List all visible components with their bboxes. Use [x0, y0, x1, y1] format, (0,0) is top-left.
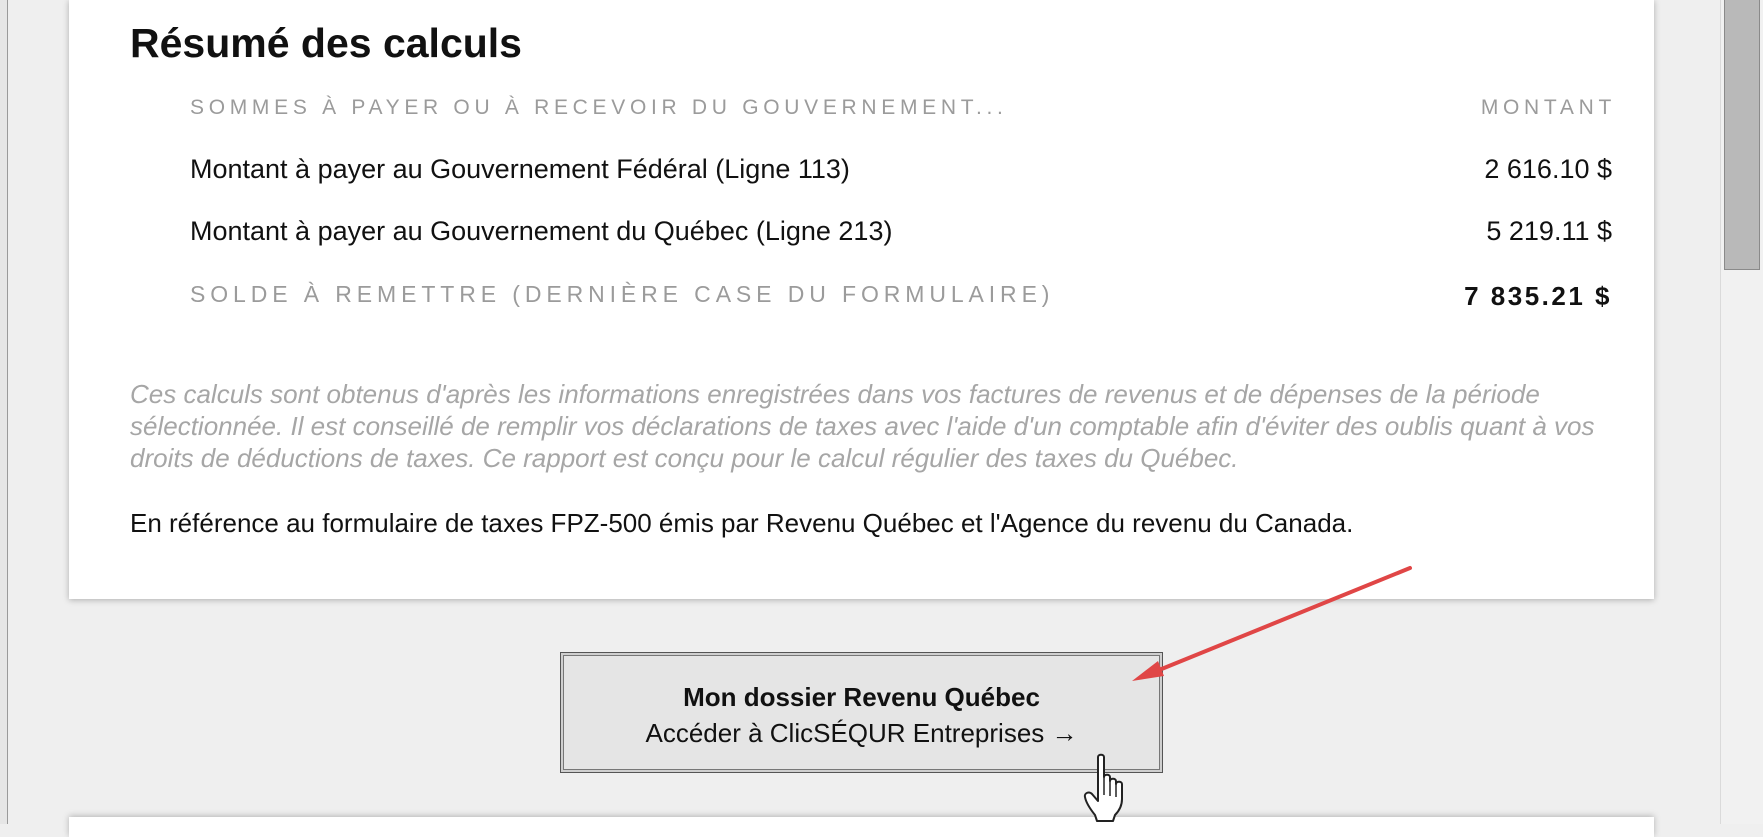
- vertical-scrollbar[interactable]: [1720, 0, 1763, 824]
- dossier-button-title: Mon dossier Revenu Québec: [683, 682, 1040, 712]
- balance-amount-value: 7 835.21 $: [1464, 281, 1612, 311]
- scrollbar-thumb[interactable]: [1724, 0, 1760, 270]
- quebec-amount-value: 5 219.11 $: [1486, 216, 1612, 246]
- next-section-card: [69, 817, 1654, 837]
- federal-amount-value: 2 616.10 $: [1484, 154, 1612, 184]
- quebec-amount-label: Montant à payer au Gouvernement du Québe…: [190, 216, 893, 246]
- summary-title: Résumé des calculs: [130, 20, 522, 66]
- window-left-edge: [0, 0, 8, 824]
- disclaimer-note: Ces calculs sont obtenus d'après les inf…: [130, 379, 1595, 473]
- form-reference-text: En référence au formulaire de taxes FPZ-…: [130, 508, 1354, 538]
- calculation-summary-card: Résumé des calculs SOMMES À PAYER OU À R…: [69, 0, 1654, 599]
- balance-label: SOLDE À REMETTRE (DERNIÈRE CASE DU FORMU…: [190, 281, 1055, 307]
- revenu-quebec-dossier-button[interactable]: Mon dossier Revenu Québec Accéder à Clic…: [560, 652, 1163, 773]
- dossier-button-subtitle: Accéder à ClicSÉQUR Entreprises →: [645, 718, 1078, 748]
- header-label: SOMMES À PAYER OU À RECEVOIR DU GOUVERNE…: [190, 96, 1008, 119]
- federal-amount-label: Montant à payer au Gouvernement Fédéral …: [190, 154, 850, 184]
- header-amount-label: MONTANT: [1480, 96, 1616, 119]
